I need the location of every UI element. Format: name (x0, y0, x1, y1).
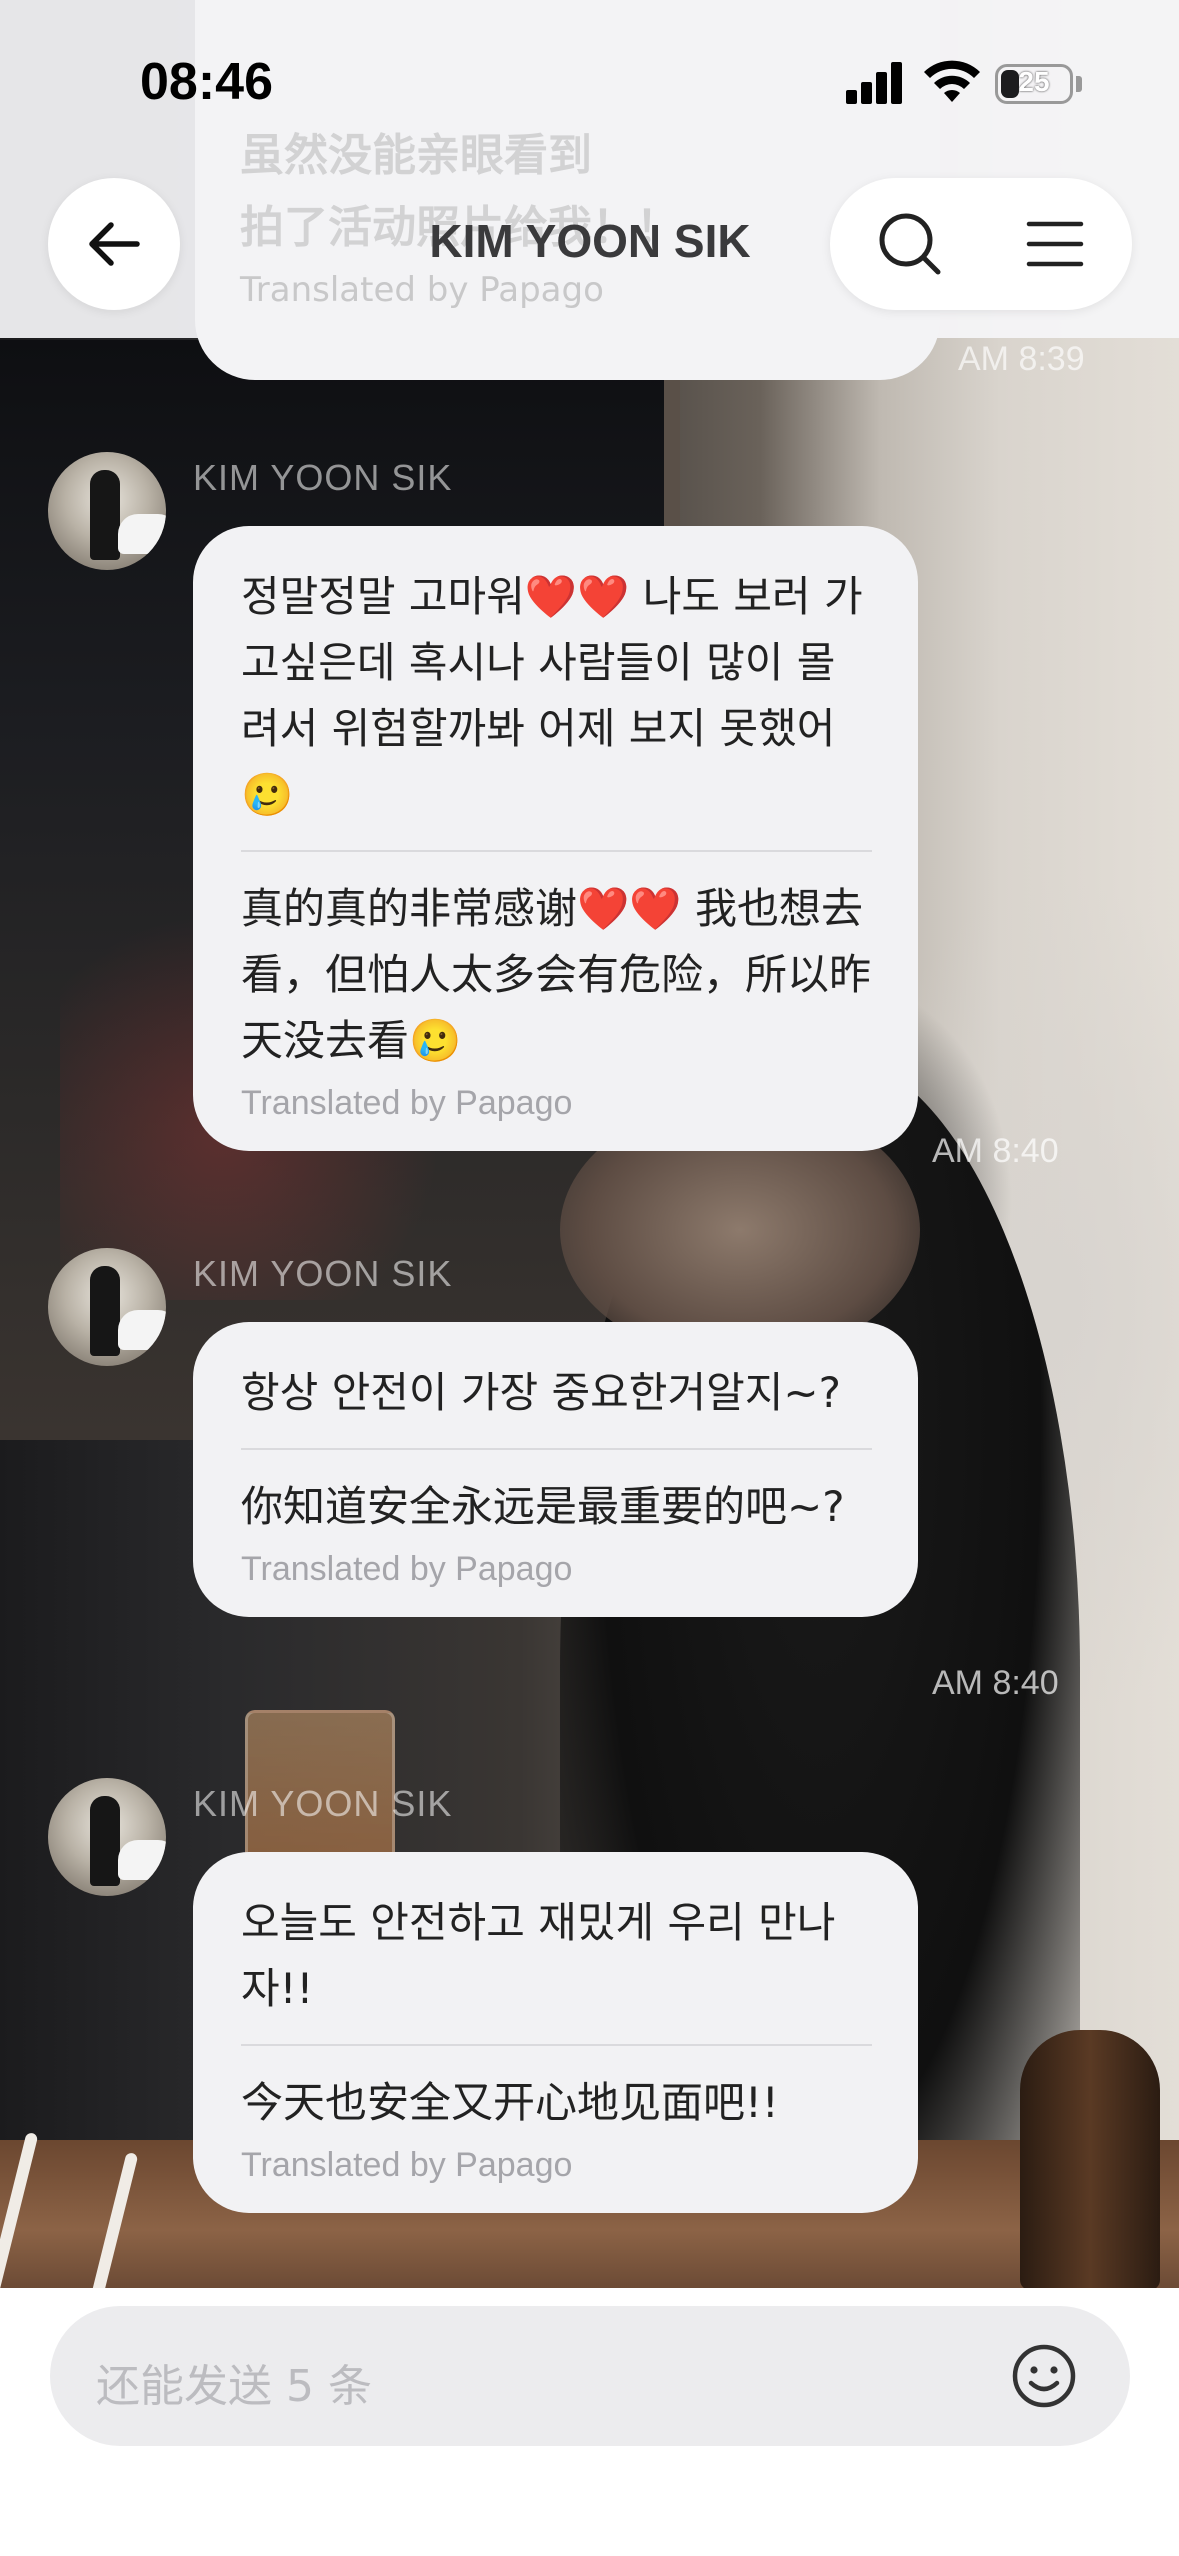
composer-bar: 还能发送 5 条 (0, 2288, 1179, 2556)
menu-button[interactable] (1015, 204, 1095, 284)
translated-by-label: Translated by Papago (241, 1550, 573, 1588)
wifi-icon (924, 60, 980, 102)
arrow-left-icon (89, 222, 140, 266)
message-translated-text: 你知道安全永远是最重要的吧~? (241, 1482, 845, 1531)
search-button[interactable] (870, 204, 950, 284)
cellular-signal-icon (846, 62, 902, 104)
sender-avatar[interactable] (48, 452, 166, 570)
sender-name: KIM YOON SIK (193, 1783, 453, 1824)
message-input-placeholder: 还能发送 5 条 (96, 2361, 372, 2412)
emoji-button[interactable] (1008, 2340, 1080, 2412)
translated-by-label: Translated by Papago (241, 1084, 573, 1122)
back-button[interactable] (48, 178, 180, 310)
chat-header: KIM YOON SIK (0, 170, 1179, 310)
battery-cap (1076, 76, 1082, 92)
message-translated-text: 真的真的非常感谢❤️❤️ 我也想去看，但怕人太多会有危险，所以昨天没去看🥲 (241, 884, 872, 1065)
sender-avatar[interactable] (48, 1778, 166, 1896)
background-bottle (1020, 2030, 1160, 2290)
previous-message-time: AM 8:39 (958, 340, 1085, 378)
message-original-text: 정말정말 고마워❤️❤️ 나도 보러 가고싶은데 혹시나 사람들이 많이 몰려서… (241, 572, 863, 819)
header-actions (830, 178, 1132, 310)
battery-icon: 25 (995, 64, 1073, 104)
message-bubble[interactable]: 오늘도 안전하고 재밌게 우리 만나자!! 今天也安全又开心地见面吧!! Tra… (193, 1852, 918, 2213)
message-translated-text: 今天也安全又开心地见面吧!! (241, 2078, 779, 2127)
message-input[interactable]: 还能发送 5 条 (50, 2306, 1130, 2446)
message-original-text: 오늘도 안전하고 재밌게 우리 만나자!! (241, 1898, 836, 2013)
sender-name: KIM YOON SIK (193, 1253, 453, 1294)
status-bar: 08:46 25 (0, 0, 1179, 160)
message-bubble[interactable]: 정말정말 고마워❤️❤️ 나도 보러 가고싶은데 혹시나 사람들이 많이 몰려서… (193, 526, 918, 1151)
message-time: AM 8:40 (932, 1132, 1059, 1170)
translation-divider (241, 2044, 872, 2046)
sender-name: KIM YOON SIK (193, 457, 453, 498)
chat-title: KIM YOON SIK (429, 215, 751, 267)
hamburger-menu-icon (1026, 221, 1084, 267)
message-bubble[interactable]: 항상 안전이 가장 중요한거알지~? 你知道安全永远是最重要的吧~? Trans… (193, 1322, 918, 1617)
battery-level: 25 (1018, 66, 1050, 97)
status-time: 08:46 (140, 53, 273, 111)
message-time: AM 8:40 (932, 1664, 1059, 1702)
smiley-icon (1012, 2344, 1076, 2408)
search-icon (879, 213, 941, 275)
sender-avatar[interactable] (48, 1248, 166, 1366)
translation-divider (241, 850, 872, 852)
message-original-text: 항상 안전이 가장 중요한거알지~? (241, 1368, 841, 1417)
translation-divider (241, 1448, 872, 1450)
translated-by-label: Translated by Papago (241, 2146, 573, 2184)
